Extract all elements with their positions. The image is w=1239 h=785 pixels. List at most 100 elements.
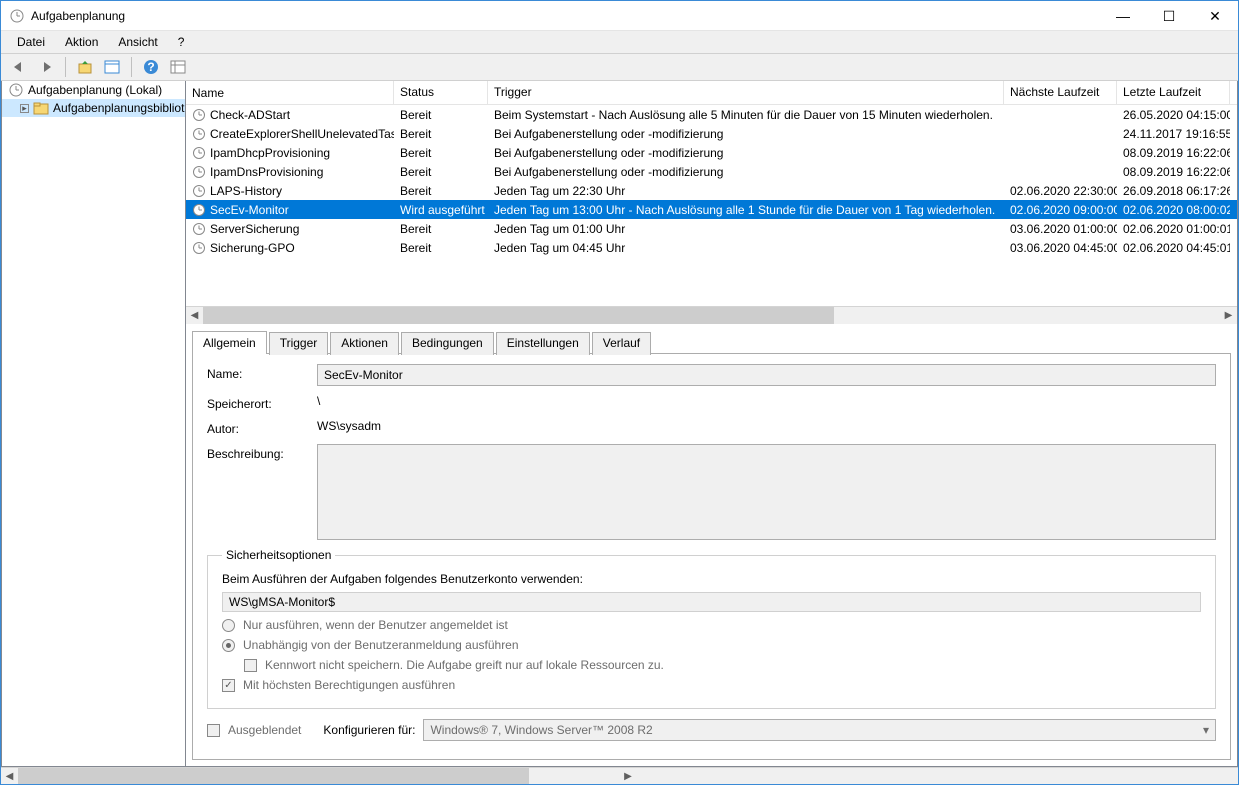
up-button[interactable] <box>73 56 97 78</box>
expand-icon[interactable]: ▸ <box>20 104 29 113</box>
views-button[interactable] <box>166 56 190 78</box>
label-name: Name: <box>207 364 317 381</box>
task-last: 24.11.2017 19:16:55 <box>1117 126 1230 142</box>
task-trigger: Beim Systemstart - Nach Auslösung alle 5… <box>488 107 1004 123</box>
task-status: Bereit <box>394 164 488 180</box>
task-status: Bereit <box>394 126 488 142</box>
menu-file[interactable]: Datei <box>9 33 53 51</box>
label-location: Speicherort: <box>207 394 317 411</box>
table-row[interactable]: Sicherung-GPOBereitJeden Tag um 04:45 Uh… <box>186 238 1237 257</box>
config-select[interactable]: Windows® 7, Windows Server™ 2008 R2 ▾ <box>423 719 1216 741</box>
task-status: Wird ausgeführt <box>394 202 488 218</box>
config-value: Windows® 7, Windows Server™ 2008 R2 <box>430 723 652 737</box>
task-status: Bereit <box>394 183 488 199</box>
label-any: Unabhängig von der Benutzeranmeldung aus… <box>243 638 519 652</box>
app-icon <box>9 8 25 24</box>
tab-general[interactable]: Allgemein <box>192 331 267 354</box>
tab-actions[interactable]: Aktionen <box>330 332 399 355</box>
col-next[interactable]: Nächste Laufzeit <box>1004 81 1117 104</box>
task-last: 02.06.2020 04:45:01 <box>1117 240 1230 256</box>
table-row[interactable]: IpamDhcpProvisioningBereitBei Aufgabener… <box>186 143 1237 162</box>
scroll-left-button[interactable]: ◀ <box>186 307 203 324</box>
desc-field[interactable] <box>317 444 1216 540</box>
check-nopwd[interactable] <box>244 659 257 672</box>
tree-scroll-left[interactable]: ◀ <box>1 768 18 785</box>
forward-button[interactable] <box>34 56 58 78</box>
check-highest[interactable] <box>222 679 235 692</box>
col-last[interactable]: Letzte Laufzeit <box>1117 81 1230 104</box>
tree-library[interactable]: ▸ Aufgabenplanungsbibliot <box>2 99 185 117</box>
task-next <box>1004 171 1117 173</box>
task-next: 02.06.2020 22:30:00 <box>1004 183 1117 199</box>
task-icon <box>192 127 206 141</box>
task-icon <box>192 184 206 198</box>
hscroll[interactable]: ◀ ▶ <box>186 306 1237 323</box>
label-logged-on: Nur ausführen, wenn der Benutzer angemel… <box>243 618 508 632</box>
scroll-right-button[interactable]: ▶ <box>1220 307 1237 324</box>
main-pane: Name Status Trigger Nächste Laufzeit Let… <box>186 81 1238 767</box>
titlebar[interactable]: Aufgabenplanung — ☐ ✕ <box>1 1 1238 31</box>
details-pane: Allgemein Trigger Aktionen Bedingungen E… <box>186 324 1237 766</box>
general-panel: Name: Speicherort: \ Autor: WS\sysadm Be… <box>192 353 1231 760</box>
task-next <box>1004 114 1117 116</box>
scroll-thumb[interactable] <box>203 307 834 324</box>
task-last: 02.06.2020 08:00:02 <box>1117 202 1230 218</box>
task-icon <box>192 108 206 122</box>
check-hidden[interactable] <box>207 724 220 737</box>
toolbar: ? <box>1 53 1238 81</box>
task-last: 26.05.2020 04:15:00 <box>1117 107 1230 123</box>
tab-history[interactable]: Verlauf <box>592 332 651 355</box>
tab-settings[interactable]: Einstellungen <box>496 332 590 355</box>
window-title: Aufgabenplanung <box>31 9 1100 23</box>
security-account-value: WS\gMSA-Monitor$ <box>222 592 1201 612</box>
col-trigger[interactable]: Trigger <box>488 81 1004 104</box>
tree-root[interactable]: Aufgabenplanung (Lokal) <box>2 81 185 99</box>
task-trigger: Bei Aufgabenerstellung oder -modifizieru… <box>488 145 1004 161</box>
task-icon <box>192 241 206 255</box>
col-status[interactable]: Status <box>394 81 488 104</box>
task-last: 26.09.2018 06:17:26 <box>1117 183 1230 199</box>
back-button[interactable] <box>7 56 31 78</box>
radio-logged-on[interactable] <box>222 619 235 632</box>
tree-scroll-right[interactable]: ▶ <box>620 768 637 785</box>
properties-button[interactable] <box>100 56 124 78</box>
col-name[interactable]: Name <box>186 81 394 104</box>
table-row[interactable]: ServerSicherungBereitJeden Tag um 01:00 … <box>186 219 1237 238</box>
task-next: 02.06.2020 09:00:00 <box>1004 202 1117 218</box>
table-row[interactable]: SecEv-MonitorWird ausgeführtJeden Tag um… <box>186 200 1237 219</box>
task-next: 03.06.2020 04:45:00 <box>1004 240 1117 256</box>
clock-icon <box>8 82 24 98</box>
label-author: Autor: <box>207 419 317 436</box>
radio-any[interactable] <box>222 639 235 652</box>
table-row[interactable]: IpamDnsProvisioningBereitBei Aufgabeners… <box>186 162 1237 181</box>
task-next: 03.06.2020 01:00:00 <box>1004 221 1117 237</box>
table-row[interactable]: Check-ADStart BereitBeim Systemstart - Na… <box>186 105 1237 124</box>
help-button[interactable]: ? <box>139 56 163 78</box>
name-field[interactable] <box>317 364 1216 386</box>
task-status: Bereit <box>394 240 488 256</box>
minimize-button[interactable]: — <box>1100 1 1146 31</box>
menu-action[interactable]: Aktion <box>57 33 106 51</box>
tab-conditions[interactable]: Bedingungen <box>401 332 494 355</box>
menu-help[interactable]: ? <box>170 33 193 51</box>
task-icon <box>192 222 206 236</box>
table-row[interactable]: LAPS-HistoryBereitJeden Tag um 22:30 Uhr… <box>186 181 1237 200</box>
label-desc: Beschreibung: <box>207 444 317 461</box>
tree-hscroll[interactable]: ◀ ▶ <box>1 767 1238 784</box>
task-trigger: Bei Aufgabenerstellung oder -modifizieru… <box>488 126 1004 142</box>
task-name: Check-ADStart <box>210 108 290 122</box>
tab-triggers[interactable]: Trigger <box>269 332 329 355</box>
label-nopwd: Kennwort nicht speichern. Die Aufgabe gr… <box>265 658 664 672</box>
task-next <box>1004 133 1117 135</box>
close-button[interactable]: ✕ <box>1192 1 1238 31</box>
task-status: Bereit <box>394 107 488 123</box>
menu-view[interactable]: Ansicht <box>110 33 165 51</box>
label-config: Konfigurieren für: <box>323 723 415 737</box>
task-trigger: Bei Aufgabenerstellung oder -modifizieru… <box>488 164 1004 180</box>
author-value: WS\sysadm <box>317 419 1216 433</box>
task-trigger: Jeden Tag um 13:00 Uhr - Nach Auslösung … <box>488 202 1004 218</box>
table-row[interactable]: CreateExplorerShellUnelevatedTaskBereitB… <box>186 124 1237 143</box>
task-icon <box>192 165 206 179</box>
tree-pane: Aufgabenplanung (Lokal) ▸ Aufgabenplanun… <box>1 81 186 767</box>
maximize-button[interactable]: ☐ <box>1146 1 1192 31</box>
